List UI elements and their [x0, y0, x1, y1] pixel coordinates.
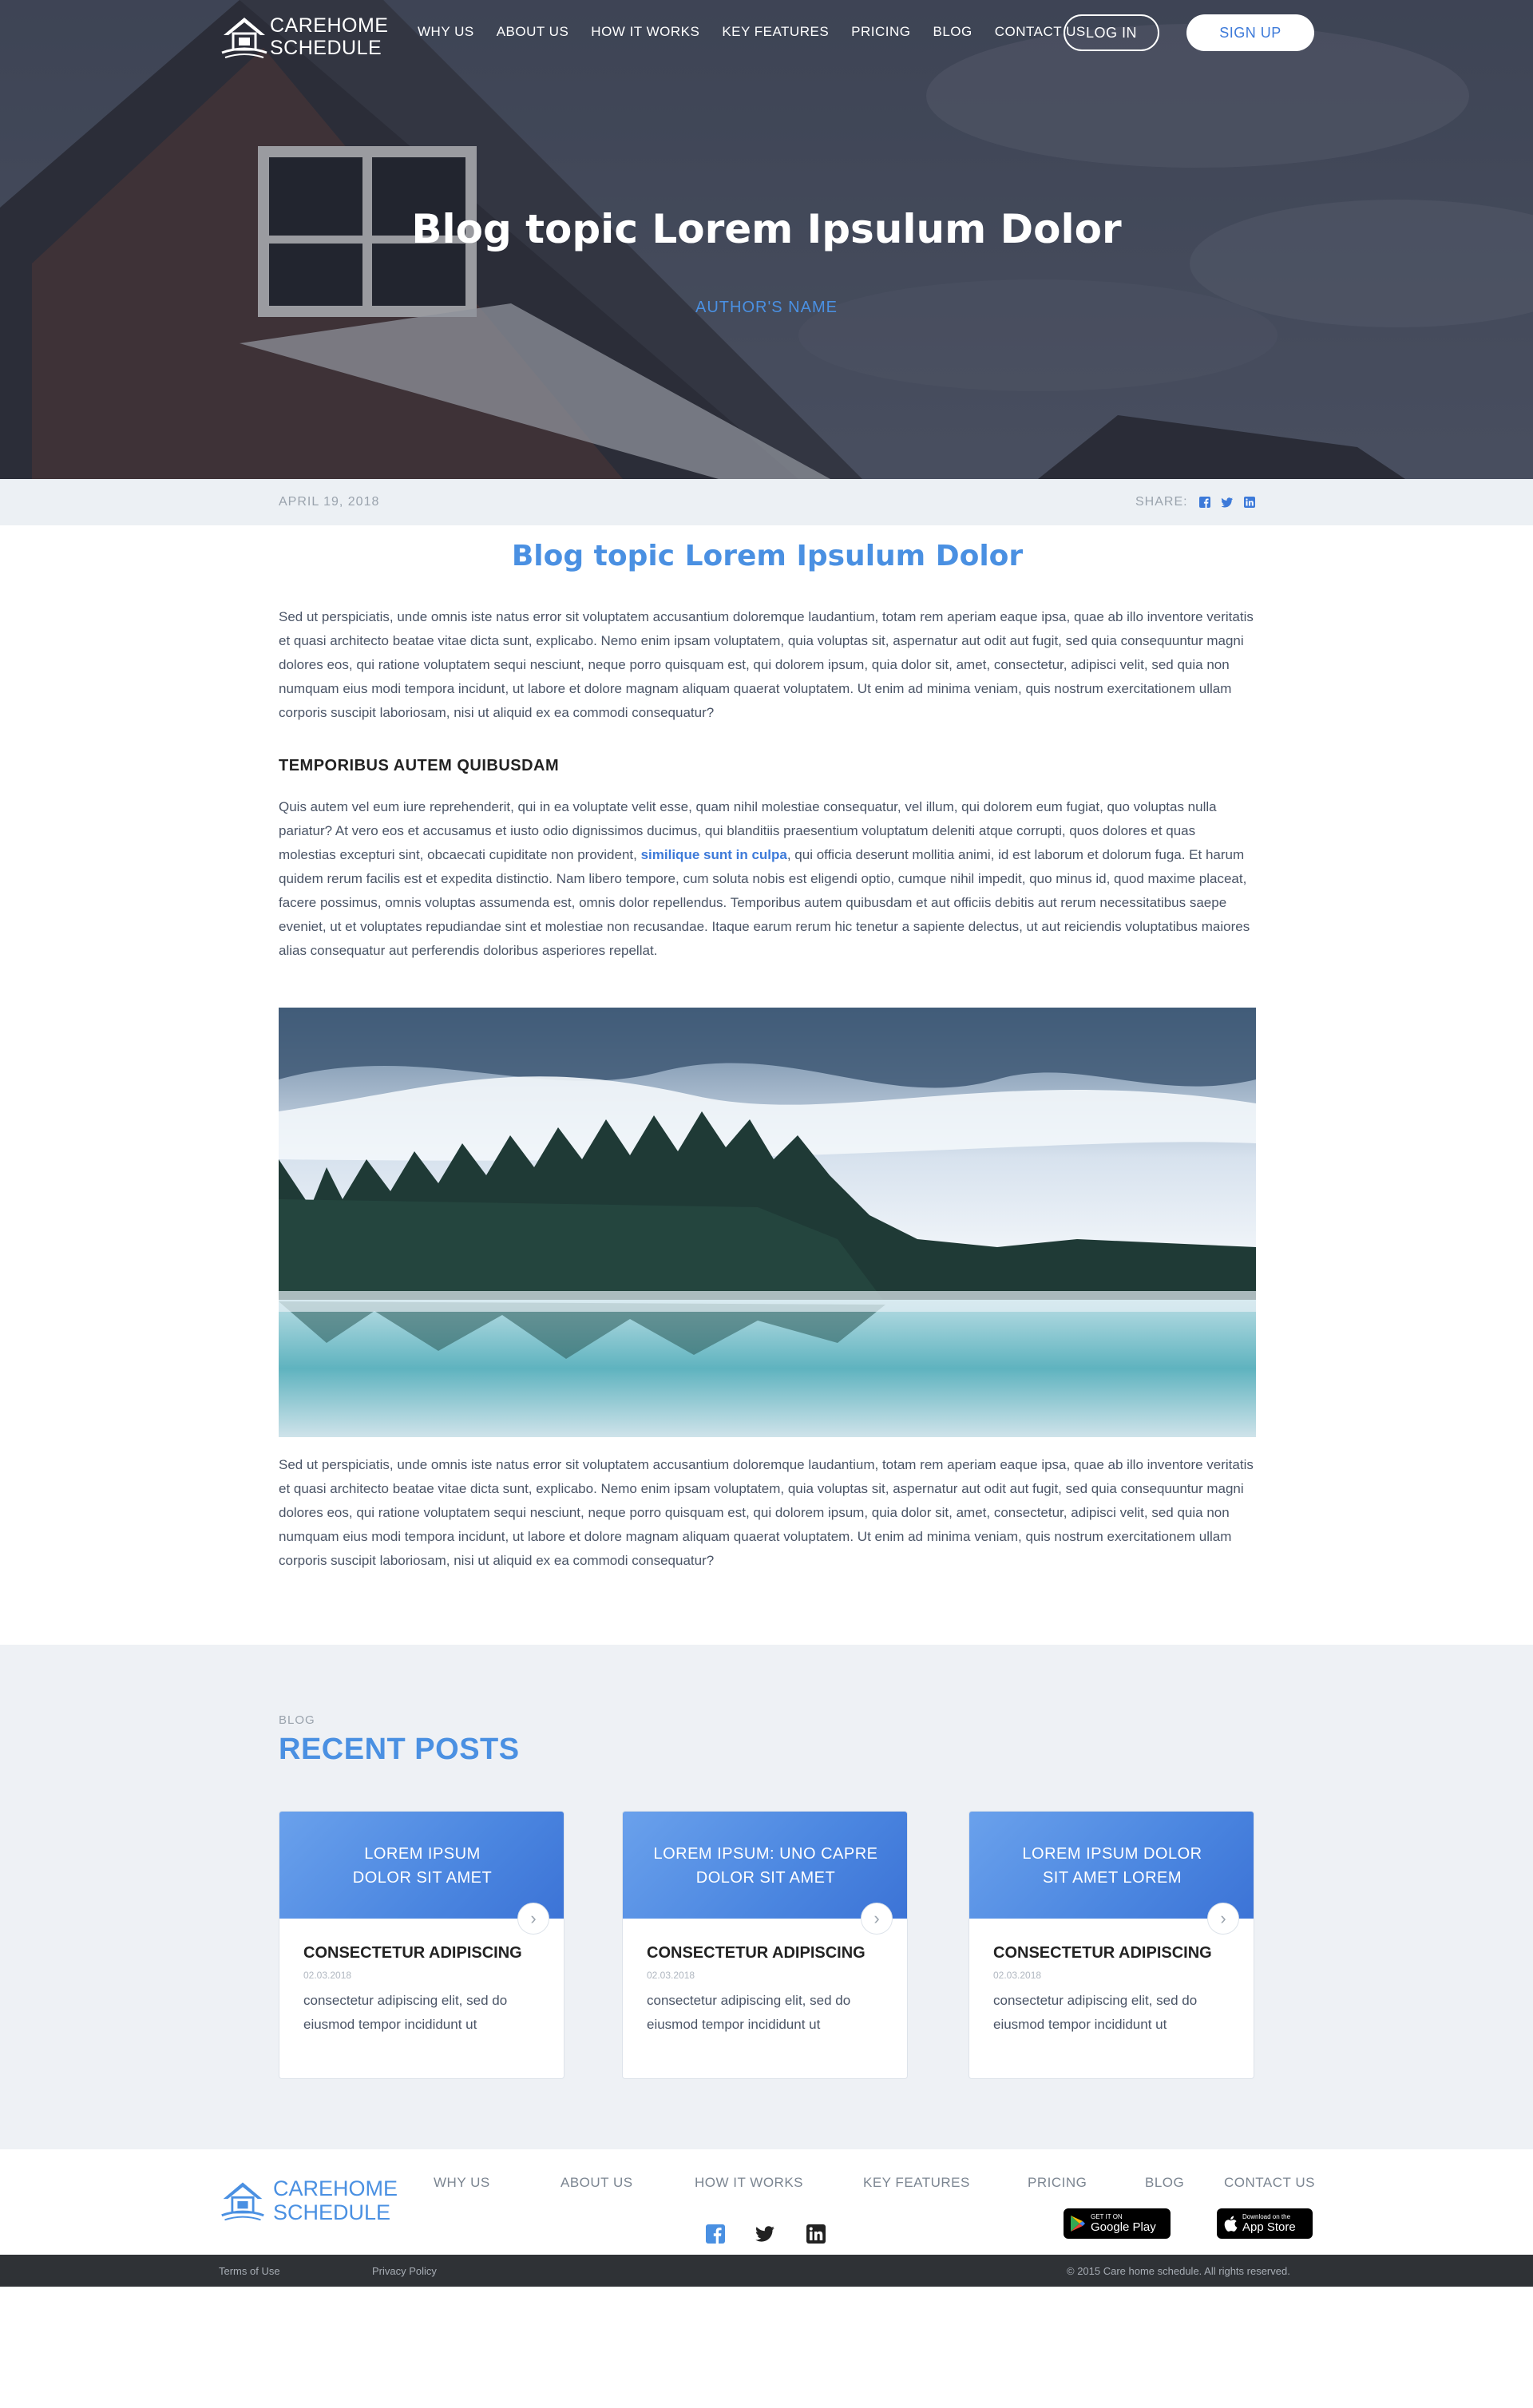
privacy-link[interactable]: Privacy Policy [372, 2265, 437, 2277]
post-card-title: CONSECTETUR ADIPISCING [647, 1944, 866, 1962]
brand-logo[interactable]: CAREHOME SCHEDULE [219, 13, 394, 61]
nav-about-us[interactable]: ABOUT US [497, 24, 569, 40]
post-card[interactable]: LOREM IPSUM DOLOR SIT AMET › CONSECTETUR… [279, 1811, 564, 2079]
login-button[interactable]: LOG IN [1064, 14, 1159, 51]
blog-article: Blog topic Lorem Ipsulum Dolor Sed ut pe… [279, 540, 1256, 1568]
post-card-date: 02.03.2018 [303, 1970, 352, 1981]
footer-brand-name: CAREHOME SCHEDULE [273, 2176, 398, 2224]
footer-nav-key-features[interactable]: KEY FEATURES [863, 2175, 970, 2191]
post-card-header-line-2: DOLOR SIT AMET [695, 1869, 836, 1887]
post-card-header-line-1: LOREM IPSUM: UNO CAPRE [653, 1845, 878, 1863]
facebook-icon[interactable] [1198, 497, 1210, 508]
nav-key-features[interactable]: KEY FEATURES [722, 24, 829, 40]
share-label: SHARE: [1135, 495, 1188, 509]
post-card-header-line-2: SIT AMET LOREM [1042, 1869, 1182, 1887]
linkedin-icon[interactable] [1243, 497, 1255, 508]
twitter-icon[interactable] [755, 2224, 774, 2244]
google-play-icon [1071, 2216, 1085, 2232]
footer-nav-why-us[interactable]: WHY US [434, 2175, 490, 2191]
google-play-button[interactable]: GET IT ON Google Play [1064, 2208, 1171, 2239]
footer-logo[interactable]: CAREHOME SCHEDULE [219, 2176, 398, 2224]
brand-name: CAREHOME SCHEDULE [270, 14, 388, 59]
misty-lake-forest-image [279, 1008, 1256, 1437]
facebook-icon[interactable] [706, 2224, 725, 2244]
apple-icon [1224, 2216, 1238, 2232]
post-date: APRIL 19, 2018 [279, 495, 380, 509]
chevron-right-icon[interactable]: › [1207, 1903, 1239, 1935]
article-paragraph-1: Sed ut perspiciatis, unde omnis iste nat… [279, 609, 1254, 720]
legal-bar: Terms of Use Privacy Policy © 2015 Care … [0, 2255, 1533, 2287]
recent-eyebrow: BLOG [279, 1713, 315, 1727]
footer-nav-blog[interactable]: BLOG [1145, 2175, 1184, 2191]
google-play-small-text: GET IT ON [1091, 2213, 1123, 2220]
copyright-text: © 2015 Care home schedule. All rights re… [1067, 2265, 1290, 2277]
nav-blog[interactable]: BLOG [933, 24, 972, 40]
post-card-header: LOREM IPSUM DOLOR SIT AMET [279, 1812, 564, 1919]
post-card-header-line-2: DOLOR SIT AMET [352, 1869, 493, 1887]
post-card-header-text: LOREM IPSUM DOLOR SIT AMET [279, 1842, 564, 1890]
article-paragraph-2: Quis autem vel eum iure reprehenderit, q… [279, 795, 1256, 963]
inline-link[interactable]: similique sunt in culpa [641, 847, 787, 862]
post-card-description: consectetur adipiscing elit, sed do eius… [647, 1993, 851, 2032]
post-card-description: consectetur adipiscing elit, sed do eius… [993, 1993, 1198, 2032]
app-store-small-text: Download on the [1242, 2213, 1291, 2220]
post-card-header-line-1: LOREM IPSUM DOLOR [1022, 1845, 1202, 1863]
chevron-right-icon[interactable]: › [517, 1903, 549, 1935]
linkedin-icon[interactable] [806, 2224, 826, 2244]
footer-brand-line-1: CAREHOME [273, 2176, 398, 2200]
post-card-header-line-1: LOREM IPSUM [364, 1845, 481, 1863]
footer-nav-about-us[interactable]: ABOUT US [561, 2175, 633, 2191]
article-subheading: TEMPORIBUS AUTEM QUIBUSDAM [279, 757, 560, 774]
post-card-title: CONSECTETUR ADIPISCING [993, 1944, 1212, 1962]
house-logo-icon [221, 2182, 264, 2221]
post-card-date: 02.03.2018 [647, 1970, 695, 1981]
app-store-big-text: App Store [1242, 2220, 1296, 2234]
terms-link[interactable]: Terms of Use [219, 2265, 280, 2277]
hero-section: CAREHOME SCHEDULE WHY US ABOUT US HOW IT… [0, 0, 1533, 479]
share-group: SHARE: [1135, 495, 1255, 509]
paragraph-2-text-after: , qui officia deserunt mollitia animi, i… [279, 847, 1250, 958]
post-card-date: 02.03.2018 [993, 1970, 1042, 1981]
post-card[interactable]: LOREM IPSUM: UNO CAPRE DOLOR SIT AMET › … [622, 1811, 908, 2079]
article-paragraph-3: Sed ut perspiciatis, unde omnis iste nat… [279, 1457, 1254, 1568]
recent-posts-title: RECENT POSTS [279, 1733, 520, 1766]
brand-line-1: CAREHOME [270, 14, 389, 37]
article-image [279, 1008, 1256, 1437]
chevron-right-icon[interactable]: › [861, 1903, 893, 1935]
footer-brand-line-2: SCHEDULE [273, 2200, 391, 2224]
post-card-header-text: LOREM IPSUM DOLOR SIT AMET LOREM [969, 1842, 1254, 1890]
top-navigation: CAREHOME SCHEDULE WHY US ABOUT US HOW IT… [0, 0, 1533, 67]
brand-line-2: SCHEDULE [270, 37, 382, 59]
hero-title: Blog topic Lorem Ipsulum Dolor [411, 206, 1122, 252]
nav-pricing[interactable]: PRICING [851, 24, 910, 40]
main-menu: WHY US ABOUT US HOW IT WORKS KEY FEATURE… [418, 24, 1108, 40]
house-logo-icon [221, 18, 267, 58]
google-play-big-text: Google Play [1091, 2220, 1156, 2234]
footer-nav-how-it-works[interactable]: HOW IT WORKS [695, 2175, 803, 2191]
post-card-title: CONSECTETUR ADIPISCING [303, 1944, 522, 1962]
post-card-header: LOREM IPSUM DOLOR SIT AMET LOREM [969, 1812, 1254, 1919]
post-meta-bar: APRIL 19, 2018 SHARE: [0, 479, 1533, 525]
nav-why-us[interactable]: WHY US [418, 24, 474, 40]
post-card-header: LOREM IPSUM: UNO CAPRE DOLOR SIT AMET [623, 1812, 907, 1919]
author-name[interactable]: AUTHOR'S NAME [0, 299, 1533, 317]
article-title: Blog topic Lorem Ipsulum Dolor [511, 540, 1024, 572]
twitter-icon[interactable] [1221, 497, 1233, 508]
footer-nav-contact-us[interactable]: CONTACT US [1224, 2175, 1315, 2191]
footer-nav-pricing[interactable]: PRICING [1028, 2175, 1087, 2191]
signup-button[interactable]: SIGN UP [1186, 14, 1314, 51]
app-store-button[interactable]: Download on the App Store [1217, 2208, 1313, 2239]
site-footer: CAREHOME SCHEDULE WHY US ABOUT US HOW IT… [0, 2149, 1533, 2255]
post-card-header-text: LOREM IPSUM: UNO CAPRE DOLOR SIT AMET [623, 1842, 907, 1890]
post-card[interactable]: LOREM IPSUM DOLOR SIT AMET LOREM › CONSE… [969, 1811, 1254, 2079]
post-card-description: consectetur adipiscing elit, sed do eius… [303, 1993, 508, 2032]
recent-posts-section: BLOG RECENT POSTS LOREM IPSUM DOLOR SIT … [0, 1645, 1533, 2149]
nav-how-it-works[interactable]: HOW IT WORKS [591, 24, 699, 40]
